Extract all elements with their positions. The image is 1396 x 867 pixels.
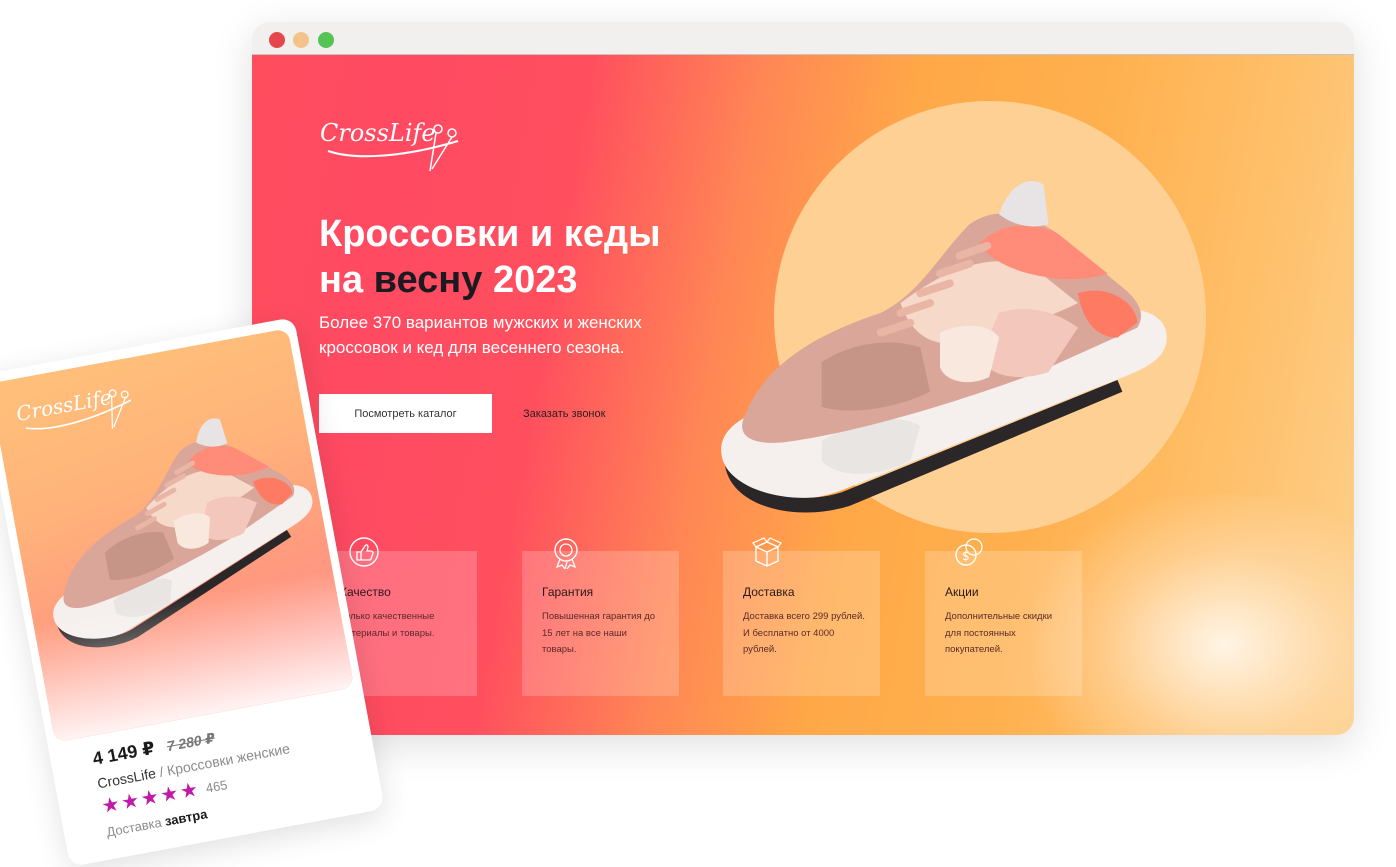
delivery-date: завтра	[163, 806, 209, 829]
feature-text: Повышенная гарантия до 15 лет на все наш…	[542, 611, 656, 655]
star-icon: ★	[178, 778, 200, 804]
browser-window: CrossLife Кроссовки и кеды на весну 2023…	[252, 22, 1354, 735]
star-icon: ★	[158, 782, 181, 808]
review-count[interactable]: 465	[204, 777, 228, 796]
title-line-1: Кроссовки и кеды	[319, 213, 661, 255]
box-icon	[752, 537, 782, 567]
title-highlight: весну	[373, 259, 483, 301]
hero-subtitle: Более 370 вариантов мужских и женских кр…	[319, 313, 642, 357]
feature-card-promo: $ Акции Дополнительные скидки для постоя…	[925, 538, 1082, 696]
feature-card-warranty: Гарантия Повышенная гарантия до 15 лет н…	[522, 538, 679, 696]
page-title: Кроссовки и кеды на весну 2023	[319, 211, 739, 303]
title-year: 2023	[492, 259, 578, 301]
logo-text: CrossLife	[320, 119, 436, 147]
feature-text: Дополнительные скидки для постоянных пок…	[945, 611, 1053, 655]
coins-icon: $	[955, 538, 983, 566]
hero-glow	[1034, 495, 1354, 735]
minimize-window-button[interactable]	[293, 32, 309, 48]
current-price: 4 149 ₽	[91, 737, 157, 769]
svg-text:$: $	[962, 549, 970, 563]
feature-title: Гарантия	[542, 585, 594, 599]
feature-title: Качество	[340, 585, 391, 599]
order-call-link[interactable]: Заказать звонок	[523, 394, 605, 433]
star-icon: ★	[119, 789, 142, 815]
star-icon: ★	[99, 793, 122, 819]
maximize-window-button[interactable]	[318, 32, 334, 48]
feature-title: Доставка	[743, 585, 795, 599]
delivery-label: Доставка	[105, 814, 163, 840]
site-logo[interactable]: CrossLife	[318, 111, 468, 183]
sneaker-image	[700, 165, 1175, 520]
hero-section: CrossLife Кроссовки и кеды на весну 2023…	[252, 55, 1354, 735]
thumbs-up-icon	[349, 537, 379, 567]
feature-text: Доставка всего 299 рублей. И бесплатно о…	[743, 611, 865, 655]
card-logo-text: CrossLife	[14, 385, 113, 426]
feature-card-delivery: Доставка Доставка всего 299 рублей. И бе…	[723, 537, 880, 696]
crosslife-logo-icon: CrossLife	[320, 119, 459, 172]
view-catalog-button[interactable]: Посмотреть каталог	[319, 394, 492, 433]
old-price: 7 280 ₽	[165, 729, 217, 755]
feature-title: Акции	[945, 585, 979, 599]
feature-text: Только качественные материалы и товары.	[340, 611, 435, 639]
title-prefix: на	[319, 259, 364, 301]
medal-icon	[554, 538, 578, 569]
product-image[interactable]: CrossLife	[0, 328, 355, 743]
window-titlebar	[252, 22, 1354, 55]
close-window-button[interactable]	[269, 32, 285, 48]
star-icon: ★	[139, 785, 161, 811]
